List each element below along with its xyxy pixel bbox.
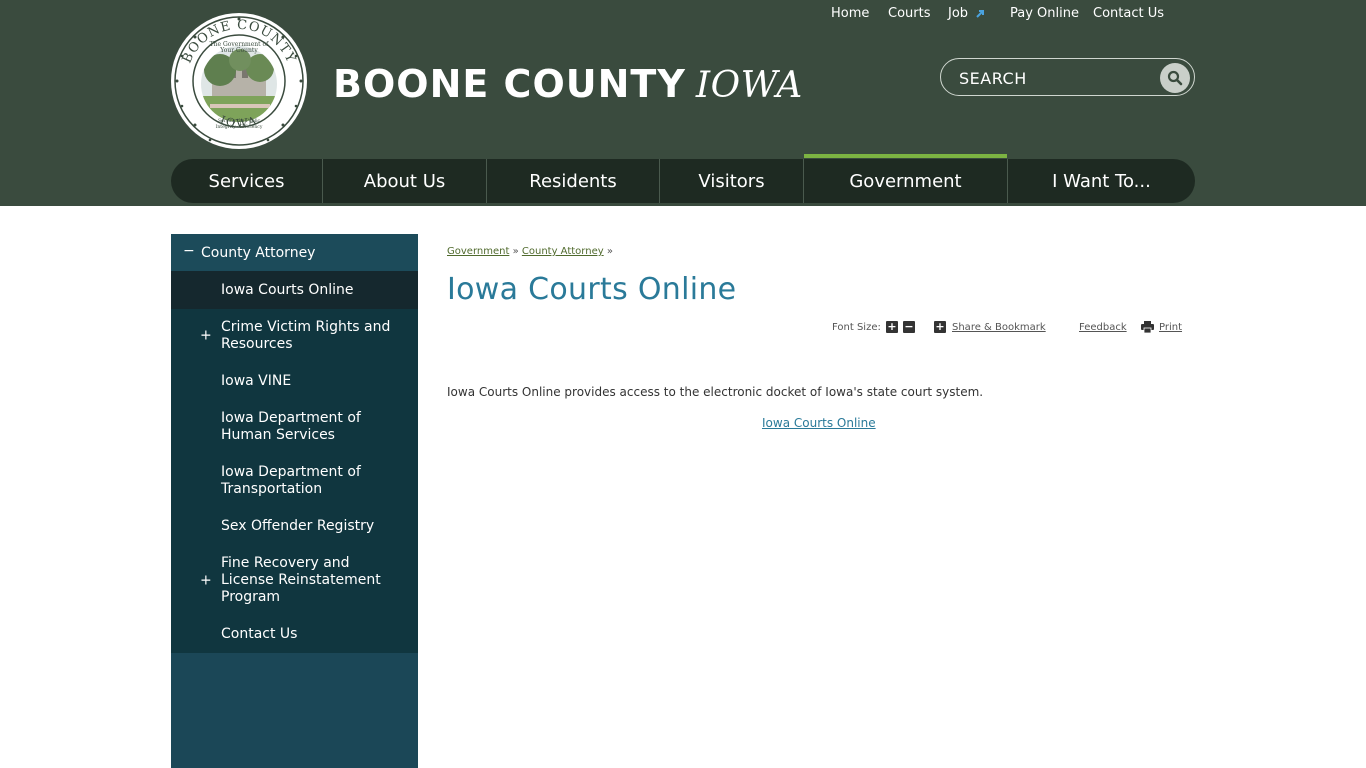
nav-i-want-to[interactable]: I Want To... <box>1008 159 1195 203</box>
print-link[interactable]: Print <box>1159 322 1182 333</box>
sidebar-item-iowa-courts-online[interactable]: Iowa Courts Online <box>171 271 418 309</box>
intro-text: Iowa Courts Online provides access to th… <box>447 385 984 399</box>
sidebar-item-label: Crime Victim Rights and Resources <box>221 319 391 352</box>
search-box <box>940 58 1195 96</box>
site-name-county: BOONE COUNTY <box>333 62 686 106</box>
sidebar-item-fine-recovery[interactable]: + Fine Recovery and License Reinstatemen… <box>171 545 418 616</box>
feedback-link[interactable]: Feedback <box>1079 322 1127 333</box>
main-navigation: Services About Us Residents Visitors Gov… <box>171 154 1195 203</box>
expand-plus-icon[interactable]: + <box>200 328 212 345</box>
sidebar-item-contact-us[interactable]: Contact Us <box>171 616 418 653</box>
top-link-courts[interactable]: Courts <box>888 6 931 21</box>
nav-about-us[interactable]: About Us <box>323 159 487 203</box>
external-link-icon <box>976 9 985 18</box>
site-header: The Government of Your County Serving th… <box>0 0 1366 206</box>
sidebar-heading-label: County Attorney <box>201 244 316 261</box>
font-decrease-icon[interactable]: − <box>903 321 915 333</box>
sidebar-menu: − County Attorney Iowa Courts Online + C… <box>171 234 418 653</box>
breadcrumb-county-attorney[interactable]: County Attorney <box>522 246 604 257</box>
share-plus-icon: + <box>934 320 946 333</box>
iowa-courts-online-link[interactable]: Iowa Courts Online <box>762 416 876 430</box>
share-bookmark-link[interactable]: Share & Bookmark <box>952 322 1046 333</box>
top-link-job-label: Job <box>948 6 969 21</box>
svg-text:Your County: Your County <box>219 47 258 54</box>
breadcrumb-separator: » <box>512 246 519 257</box>
sidebar-item-iowa-vine[interactable]: Iowa VINE <box>171 363 418 400</box>
sidebar-item-label: Fine Recovery and License Reinstatement … <box>221 555 381 605</box>
breadcrumb-separator: » <box>606 246 613 257</box>
nav-services[interactable]: Services <box>171 159 323 203</box>
page-title: Iowa Courts Online <box>447 272 737 307</box>
sidebar-heading-county-attorney[interactable]: − County Attorney <box>171 234 418 271</box>
sidebar-item-crime-victim-rights[interactable]: + Crime Victim Rights and Resources <box>171 309 418 363</box>
sidebar: − County Attorney Iowa Courts Online + C… <box>171 234 418 768</box>
top-link-pay-online[interactable]: Pay Online <box>1010 6 1079 21</box>
breadcrumb-government[interactable]: Government <box>447 246 509 257</box>
collapse-toggle-icon[interactable]: − <box>183 243 195 259</box>
site-name-state: IOWA <box>695 65 803 106</box>
sidebar-item-sex-offender-registry[interactable]: Sex Offender Registry <box>171 508 418 545</box>
share-bookmark-button[interactable]: + Share & Bookmark <box>934 319 1046 335</box>
top-link-contact-us[interactable]: Contact Us <box>1093 6 1164 21</box>
search-icon <box>1167 70 1183 86</box>
search-button[interactable] <box>1160 63 1190 93</box>
site-name[interactable]: BOONE COUNTY IOWA <box>333 62 803 112</box>
nav-residents[interactable]: Residents <box>487 159 660 203</box>
nav-visitors[interactable]: Visitors <box>660 159 804 203</box>
sidebar-item-human-services[interactable]: Iowa Department of Human Services <box>171 400 418 454</box>
expand-plus-icon[interactable]: + <box>200 572 212 589</box>
font-size-label: Font Size: <box>832 321 881 333</box>
sidebar-item-transportation[interactable]: Iowa Department of Transportation <box>171 454 418 508</box>
print-button[interactable]: Print <box>1141 319 1182 335</box>
top-link-job[interactable]: Job <box>948 6 986 21</box>
breadcrumb: Government » County Attorney » <box>447 246 613 257</box>
search-input[interactable] <box>959 67 1149 89</box>
printer-icon <box>1141 321 1154 333</box>
nav-government[interactable]: Government <box>804 154 1008 203</box>
top-link-home[interactable]: Home <box>831 6 869 21</box>
county-seal-logo[interactable]: The Government of Your County Serving th… <box>170 12 308 150</box>
font-increase-icon[interactable]: + <box>886 321 898 333</box>
